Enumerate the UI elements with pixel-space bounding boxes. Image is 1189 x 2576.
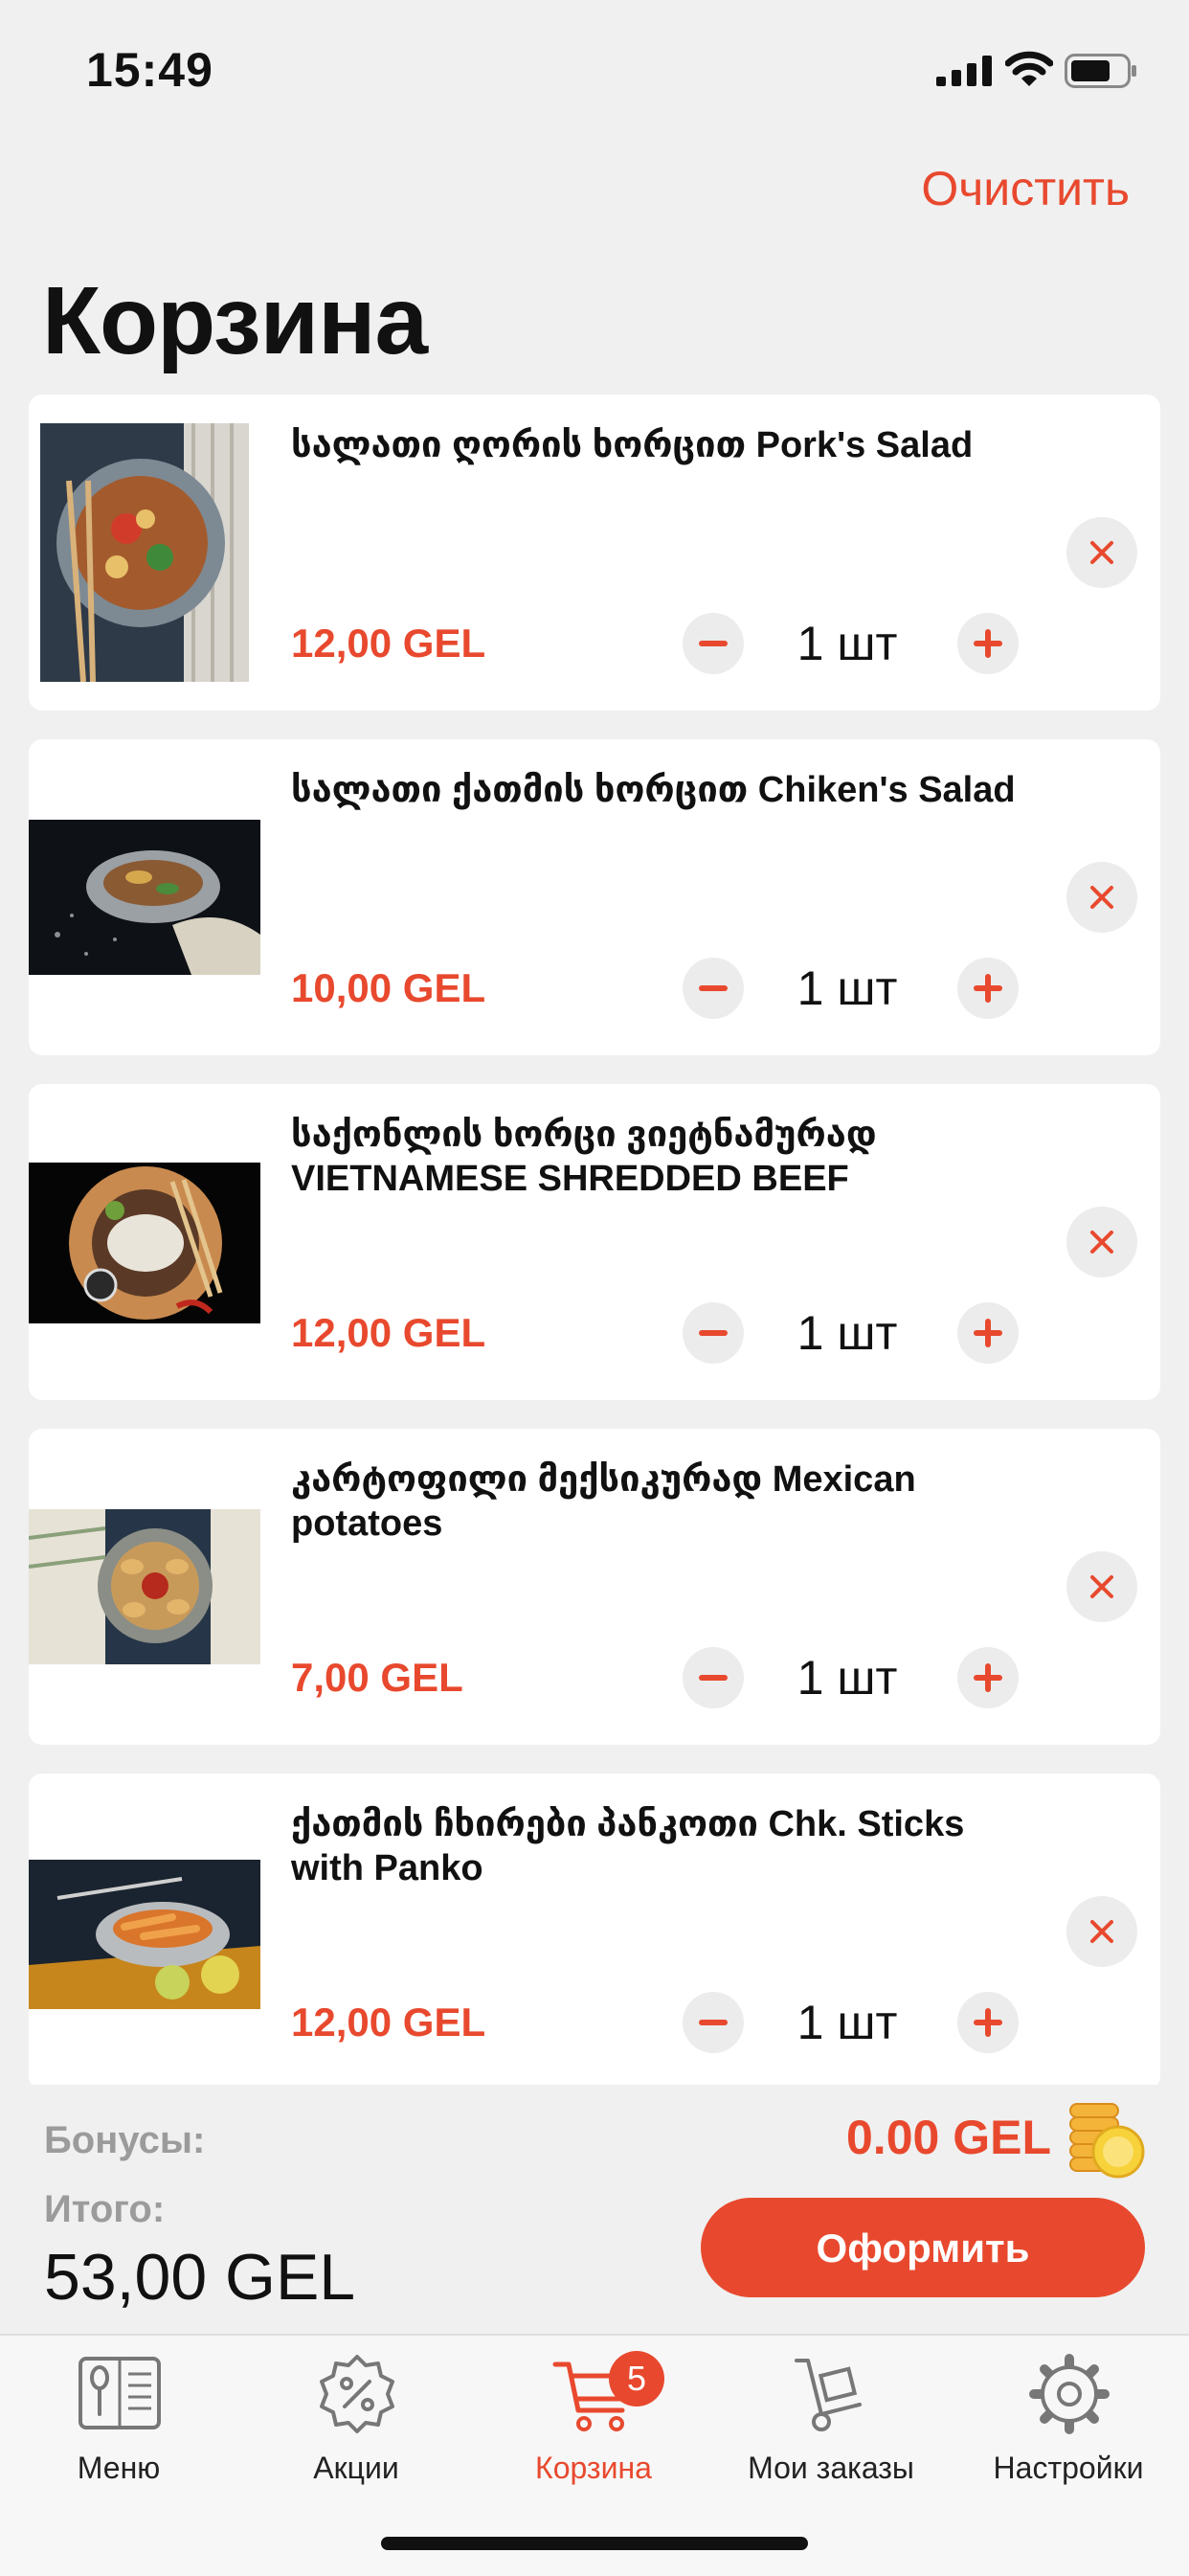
close-icon [1090,541,1113,564]
status-bar: 15:49 [0,0,1189,144]
close-icon [1090,1231,1113,1254]
product-name: სალათი ღორის ხორცით Pork's Salad [291,425,974,465]
bonus-label: Бонусы: [44,2119,206,2161]
cart-item: ქათმის ჩხირები პანკოთი Chk. Sticks with … [29,1774,1160,2085]
increase-quantity-button[interactable] [957,1302,1019,1364]
product-image [29,1860,260,2009]
product-name: საქონლის ხორცი ვიეტნამურად VIETNAMESE SH… [291,1115,877,1199]
product-price: 12,00 GEL [291,1310,486,1355]
checkout-button[interactable]: Оформить [701,2198,1145,2297]
minus-icon [699,1675,728,1681]
cart-item: საქონლის ხორცი ვიეტნამურად VIETNAMESE SH… [29,1084,1160,1400]
total-label: Итого: [44,2188,166,2230]
plus-icon [974,629,1002,658]
quantity-value: 1 шт [796,617,898,670]
increase-quantity-button[interactable] [957,1647,1019,1708]
tab-my-orders[interactable]: Мои заказы [712,2351,950,2495]
battery-icon [1065,54,1136,88]
decrease-quantity-button[interactable] [683,1992,744,2053]
decrease-quantity-button[interactable] [683,613,744,674]
bonus-value: 0.00 GEL [846,2111,1051,2164]
home-indicator[interactable] [381,2537,808,2550]
plus-icon [974,974,1002,1003]
product-price: 10,00 GEL [291,965,486,1010]
remove-item-button[interactable] [1066,1551,1137,1622]
status-time: 15:49 [86,43,213,97]
close-icon [1090,886,1113,909]
cart-list[interactable]: სალათი ღორის ხორცით Pork's Salad 12,00 G… [29,395,1160,2085]
quantity-value: 1 шт [796,1996,898,2049]
quantity-value: 1 шт [796,1306,898,1360]
cart-item: სალათი ღორის ხორცით Pork's Salad 12,00 G… [29,395,1160,711]
tab-label: Меню [77,2451,161,2485]
product-name: კარტოფილი მექსიკურად Mexican potatoes [291,1459,916,1544]
cart-count-badge: 5 [609,2351,664,2407]
product-name: სალათი ქათმის ხორცით Chiken's Salad [291,770,1016,810]
tab-promotions[interactable]: Акции [237,2351,475,2495]
decrease-quantity-button[interactable] [683,1647,744,1708]
tab-label: Корзина [535,2451,652,2485]
product-price: 12,00 GEL [291,2000,486,2045]
remove-item-button[interactable] [1066,517,1137,588]
minus-icon [699,985,728,991]
decrease-quantity-button[interactable] [683,1302,744,1364]
minus-icon [699,1330,728,1336]
increase-quantity-button[interactable] [957,613,1019,674]
cellular-signal-icon [936,56,992,86]
increase-quantity-button[interactable] [957,1992,1019,2053]
plus-icon [974,2008,1002,2037]
product-image [29,820,260,975]
cart-item: სალათი ქათმის ხორცით Chiken's Salad 10,0… [29,739,1160,1055]
remove-item-button[interactable] [1066,862,1137,933]
close-icon [1090,1920,1113,1943]
menu-book-icon [79,2357,161,2429]
minus-icon [699,2020,728,2025]
close-icon [1090,1575,1113,1598]
tab-label: Акции [313,2451,399,2485]
tab-label: Настройки [993,2451,1144,2485]
quantity-value: 1 шт [796,961,898,1015]
product-image [29,1509,260,1664]
page-title: Корзина [42,267,428,374]
product-image [29,1163,260,1323]
quantity-value: 1 шт [796,1651,898,1705]
product-price: 12,00 GEL [291,621,486,666]
remove-item-button[interactable] [1066,1207,1137,1277]
product-name: ქათმის ჩხირები პანკოთი Chk. Sticks with … [291,1804,965,1888]
tab-cart[interactable]: 5 Корзина [475,2351,712,2495]
plus-icon [974,1663,1002,1692]
coins-icon [1069,2103,1145,2179]
cart-item: კარტოფილი მექსიკურად Mexican potatoes 7,… [29,1429,1160,1745]
minus-icon [699,641,728,646]
product-image [40,423,249,682]
gear-icon [1029,2354,1110,2434]
order-summary: Бонусы: 0.00 GEL Итого: 53,00 GEL Оформи… [0,2085,1189,2334]
increase-quantity-button[interactable] [957,958,1019,1019]
total-value: 53,00 GEL [44,2241,356,2314]
decrease-quantity-button[interactable] [683,958,744,1019]
wifi-icon [1005,51,1053,86]
remove-item-button[interactable] [1066,1896,1137,1967]
product-price: 7,00 GEL [291,1655,463,1700]
clear-cart-button[interactable]: Очистить [921,161,1130,216]
tab-settings[interactable]: Настройки [950,2351,1187,2495]
tab-menu[interactable]: Меню [0,2351,237,2495]
tab-label: Мои заказы [748,2451,914,2485]
plus-icon [974,1319,1002,1347]
hand-truck-icon [795,2359,862,2431]
discount-badge-icon [320,2355,394,2433]
